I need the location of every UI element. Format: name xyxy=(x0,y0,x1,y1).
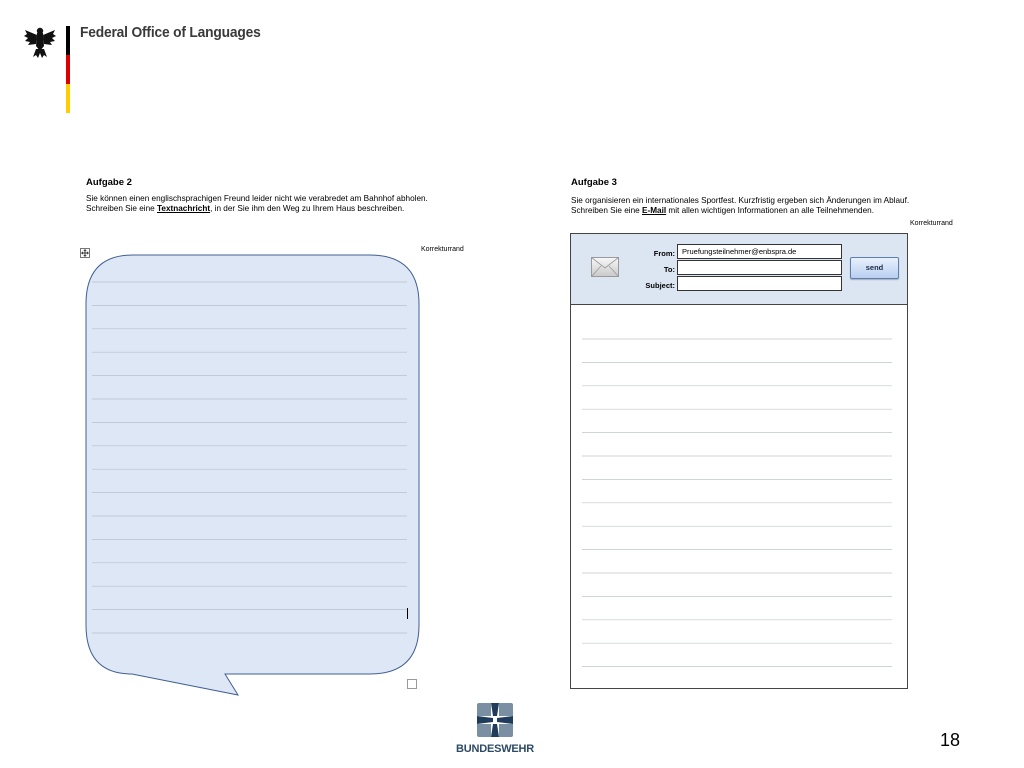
to-label: To: xyxy=(663,265,675,274)
german-flag-bar xyxy=(66,26,70,113)
task2-title: Aufgabe 2 xyxy=(86,177,132,188)
office-name: Federal Office of Languages xyxy=(80,24,261,41)
bundeswehr-cross-icon xyxy=(477,703,513,737)
resize-handle[interactable] xyxy=(407,679,417,689)
email-body-lines[interactable] xyxy=(571,305,907,688)
task3-margin-label: Korrekturrand xyxy=(910,220,953,227)
envelope-icon xyxy=(591,257,619,277)
subject-label: Subject: xyxy=(645,281,675,290)
task3-title: Aufgabe 3 xyxy=(571,177,617,188)
task3-instructions: Sie organisieren ein internationales Spo… xyxy=(571,196,910,216)
text-cursor xyxy=(407,608,408,619)
send-button[interactable]: send xyxy=(850,257,899,279)
to-field[interactable] xyxy=(677,260,842,275)
email-form: From: Pruefungsteilnehmer@enbspra.de To:… xyxy=(570,233,908,689)
text-message-bubble[interactable] xyxy=(80,248,430,700)
page-number: 18 xyxy=(940,730,961,750)
subject-field[interactable] xyxy=(677,276,842,291)
task2-emphasis: Textnachricht xyxy=(157,204,211,214)
task2-instructions: Sie können einen englischsprachigen Freu… xyxy=(86,194,428,214)
from-label: From: xyxy=(653,249,675,258)
from-field[interactable]: Pruefungsteilnehmer@enbspra.de xyxy=(677,244,842,259)
bundeswehr-wordmark: BUNDESWEHR xyxy=(455,743,535,755)
task3-emphasis: E-Mail xyxy=(642,206,667,216)
federal-eagle-icon xyxy=(24,27,56,58)
email-header: From: Pruefungsteilnehmer@enbspra.de To:… xyxy=(571,234,907,305)
